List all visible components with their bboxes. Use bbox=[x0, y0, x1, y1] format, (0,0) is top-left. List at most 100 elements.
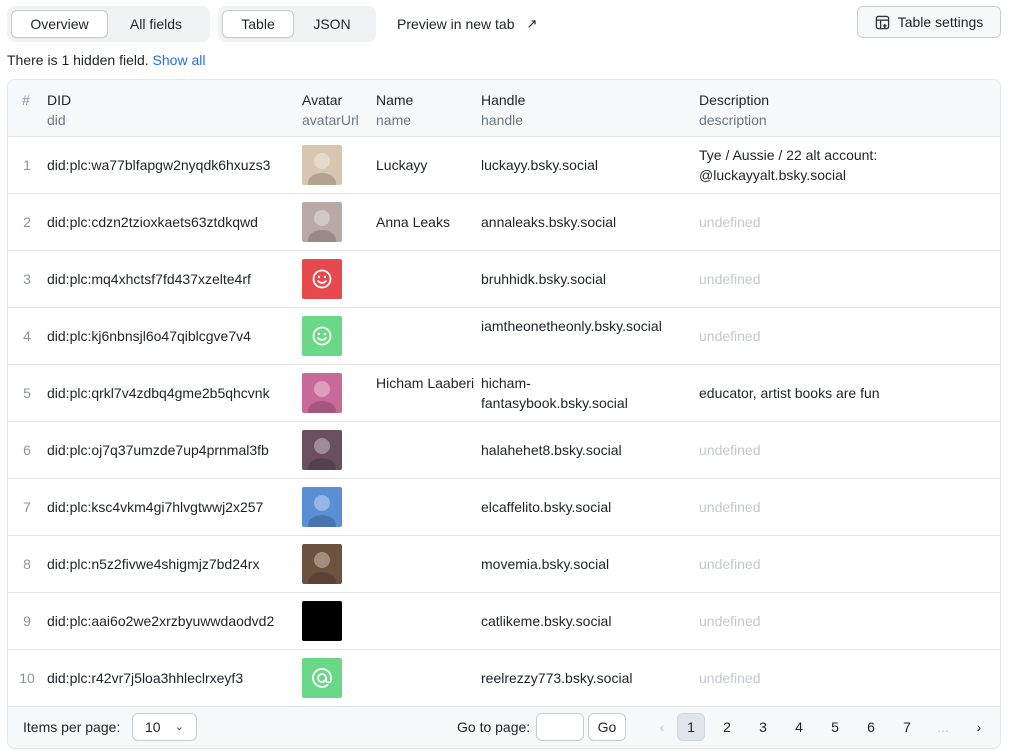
page-button[interactable]: 1 bbox=[677, 713, 705, 741]
avatar bbox=[302, 316, 342, 356]
page-button[interactable]: 2 bbox=[713, 713, 741, 741]
column-header-index: # bbox=[22, 90, 30, 110]
cell-handle: halahehet8.bsky.social bbox=[481, 442, 622, 458]
cell-did: did:plc:ksc4vkm4gi7hlvgtwwj2x257 bbox=[47, 499, 264, 515]
preview-label: Preview in new tab bbox=[397, 16, 515, 32]
smiley-icon bbox=[312, 269, 332, 289]
table-row[interactable]: 3 did:plc:mq4xhctsf7fd437xzelte4rf bruhhid… bbox=[8, 251, 1000, 308]
preview-new-tab-link[interactable]: Preview in new tab ↗ bbox=[397, 6, 537, 42]
column-key: name bbox=[376, 112, 412, 128]
page-button[interactable]: 6 bbox=[857, 713, 885, 741]
items-per-page-value: 10 bbox=[145, 719, 161, 735]
table-row[interactable]: 2 did:plc:cdzn2tzioxkaets63ztdkqwd Anna Le… bbox=[8, 194, 1000, 251]
tab-all-fields[interactable]: All fields bbox=[108, 10, 204, 38]
cell-description: undefined bbox=[699, 271, 761, 287]
table-row[interactable]: 10 did:plc:r42vr7j5loa3hhleclrxeyf3 reelre… bbox=[8, 650, 1000, 707]
profile-photo-icon bbox=[308, 210, 336, 242]
page-button[interactable]: 3 bbox=[749, 713, 777, 741]
row-index: 8 bbox=[23, 556, 31, 572]
profile-photo-icon bbox=[308, 438, 336, 470]
column-label: Description bbox=[699, 92, 770, 108]
cell-did: did:plc:n5z2fivwe4shigmjz7bd24rx bbox=[47, 556, 260, 572]
column-key: avatarUrl bbox=[302, 112, 359, 128]
go-button[interactable]: Go bbox=[588, 713, 626, 741]
column-key: description bbox=[699, 112, 767, 128]
column-header-name[interactable]: Name name bbox=[376, 90, 413, 130]
avatar bbox=[302, 145, 342, 185]
page-button[interactable]: 4 bbox=[785, 713, 813, 741]
hidden-field-text: There is 1 hidden field. bbox=[7, 52, 149, 68]
table-row[interactable]: 5 did:plc:qrkl7v4zdbq4gme2b5qhcvnk Hicham … bbox=[8, 365, 1000, 422]
column-label: Handle bbox=[481, 92, 526, 108]
table-row[interactable]: 6 did:plc:oj7q37umzde7up4prnmal3fb halaheh… bbox=[8, 422, 1000, 479]
table-row[interactable]: 8 did:plc:n5z2fivwe4shigmjz7bd24rx movemia… bbox=[8, 536, 1000, 593]
arrow-up-right-icon: ↗ bbox=[526, 16, 538, 31]
profile-photo-icon bbox=[308, 153, 336, 185]
row-index: 6 bbox=[23, 442, 31, 458]
page-button[interactable]: 7 bbox=[893, 713, 921, 741]
column-header-avatar[interactable]: Avatar avatarUrl bbox=[302, 90, 359, 130]
avatar bbox=[302, 430, 342, 470]
cell-handle: luckayy.bsky.social bbox=[481, 157, 598, 173]
tab-json[interactable]: JSON bbox=[294, 10, 370, 38]
column-label: Avatar bbox=[302, 92, 343, 108]
cell-did: did:plc:r42vr7j5loa3hhleclrxeyf3 bbox=[47, 670, 244, 686]
column-key: handle bbox=[481, 112, 524, 128]
avatar bbox=[302, 373, 342, 413]
cell-name: Luckayy bbox=[376, 157, 428, 173]
show-all-link[interactable]: Show all bbox=[153, 52, 206, 68]
avatar bbox=[302, 487, 342, 527]
items-per-page-select[interactable]: 10 ⌄ bbox=[132, 713, 197, 741]
table-settings-label: Table settings bbox=[897, 14, 984, 30]
profile-photo-icon bbox=[308, 552, 336, 584]
table-row[interactable]: 9 did:plc:aai6o2we2xrzbyuwwdaodvd2 catlike… bbox=[8, 593, 1000, 650]
table-settings-icon bbox=[875, 15, 889, 29]
table-row[interactable]: 7 did:plc:ksc4vkm4gi7hlvgtwwj2x257 elcaffe… bbox=[8, 479, 1000, 536]
column-header-handle[interactable]: Handle handle bbox=[481, 90, 525, 130]
toolbar: Overview All fields Table JSON Preview i… bbox=[7, 6, 1001, 42]
column-label: # bbox=[22, 92, 30, 108]
table-row[interactable]: 4 did:plc:kj6nbnsjl6o47qiblcgve7v4 iamtheo… bbox=[8, 308, 1000, 365]
data-table: # DID did Avatar avatarUrl Name name Han… bbox=[7, 79, 1001, 749]
cell-handle: iamtheonetheonly.bsky.social bbox=[481, 318, 662, 334]
tab-table[interactable]: Table bbox=[222, 10, 294, 38]
table-row[interactable]: 1 did:plc:wa77blfapgw2nyqdk6hxuzs3 Luckayy… bbox=[8, 137, 1000, 194]
avatar bbox=[302, 601, 342, 641]
row-index: 7 bbox=[23, 499, 31, 515]
table-settings-button[interactable]: Table settings bbox=[857, 6, 1001, 38]
cell-did: did:plc:qrkl7v4zdbq4gme2b5qhcvnk bbox=[47, 385, 270, 401]
smiley-icon bbox=[312, 326, 332, 346]
go-to-page-label: Go to page: bbox=[457, 719, 531, 735]
avatar bbox=[302, 544, 342, 584]
cell-did: did:plc:oj7q37umzde7up4prnmal3fb bbox=[47, 442, 269, 458]
cell-did: did:plc:mq4xhctsf7fd437xzelte4rf bbox=[47, 271, 251, 287]
avatar bbox=[302, 259, 342, 299]
profile-photo-icon bbox=[308, 381, 336, 413]
cell-description: Tye / Aussie / 22 alt account: @luckayya… bbox=[699, 147, 878, 183]
cell-name: Hicham Laaberi bbox=[376, 375, 475, 391]
column-header-did[interactable]: DID did bbox=[47, 90, 71, 130]
column-header-description[interactable]: Description description bbox=[699, 90, 769, 130]
cell-description: undefined bbox=[699, 670, 761, 686]
cell-description: undefined bbox=[699, 328, 761, 344]
row-index: 2 bbox=[23, 214, 31, 230]
cell-description: educator, artist books are fun bbox=[699, 385, 880, 401]
cell-handle: bruhhidk.bsky.social bbox=[481, 271, 607, 287]
row-index: 4 bbox=[23, 328, 31, 344]
cell-handle: catlikeme.bsky.social bbox=[481, 613, 612, 629]
column-label: DID bbox=[47, 92, 72, 108]
cell-did: did:plc:cdzn2tzioxkaets63ztdkqwd bbox=[47, 214, 258, 230]
hidden-field-notice: There is 1 hidden field. Show all bbox=[7, 52, 205, 68]
cell-name: Anna Leaks bbox=[376, 214, 450, 230]
next-page-button[interactable]: › bbox=[965, 713, 993, 741]
row-index: 5 bbox=[23, 385, 31, 401]
go-to-page-input[interactable] bbox=[536, 713, 584, 741]
cell-did: did:plc:kj6nbnsjl6o47qiblcgve7v4 bbox=[47, 328, 251, 344]
chevron-down-icon: ⌄ bbox=[174, 721, 184, 733]
pagination-bar: Items per page: 10 ⌄ Go to page: Go ‹ 12… bbox=[8, 706, 1000, 748]
tab-overview[interactable]: Overview bbox=[11, 10, 108, 38]
prev-page-button[interactable]: ‹ bbox=[648, 713, 676, 741]
page-button[interactable]: 5 bbox=[821, 713, 849, 741]
cell-handle: movemia.bsky.social bbox=[481, 556, 610, 572]
row-index: 3 bbox=[23, 271, 31, 287]
